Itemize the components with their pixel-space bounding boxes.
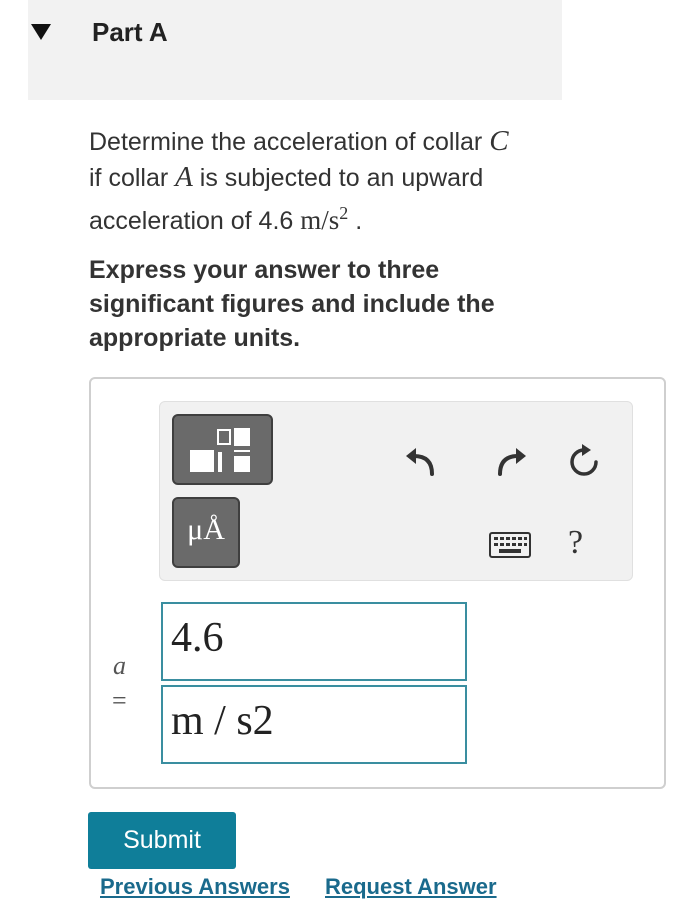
templates-button[interactable] <box>172 414 273 485</box>
units-label: μÅ <box>187 513 225 546</box>
submit-button[interactable]: Submit <box>88 812 236 869</box>
reset-icon[interactable] <box>564 442 604 482</box>
collapse-caret-icon[interactable] <box>31 24 51 40</box>
equals-sign: = <box>112 686 127 715</box>
keyboard-icon[interactable] <box>489 532 531 558</box>
math-toolbar: μÅ ? <box>159 401 633 581</box>
units-button[interactable]: μÅ <box>172 497 240 568</box>
value-input[interactable]: 4.6 <box>161 602 467 681</box>
question-text: Determine the acceleration of collar C i… <box>89 125 509 235</box>
collar-c-symbol: C <box>489 125 509 157</box>
request-answer-link[interactable]: Request Answer <box>325 874 497 900</box>
collar-a-symbol: A <box>175 161 193 193</box>
redo-icon[interactable] <box>490 444 530 480</box>
undo-icon[interactable] <box>402 444 442 480</box>
answer-variable-label: a <box>113 651 126 680</box>
help-icon[interactable]: ? <box>568 524 583 562</box>
answer-panel: μÅ ? a = 4.6 m / s2 <box>89 377 666 789</box>
part-title: Part A <box>92 17 168 47</box>
templates-icon <box>190 428 250 472</box>
previous-answers-link[interactable]: Previous Answers <box>100 874 290 900</box>
part-header[interactable] <box>28 0 562 100</box>
units-input[interactable]: m / s2 <box>161 685 467 764</box>
answer-instruction: Express your answer to three significant… <box>89 256 495 352</box>
acceleration-unit: m/s2 <box>300 203 349 235</box>
